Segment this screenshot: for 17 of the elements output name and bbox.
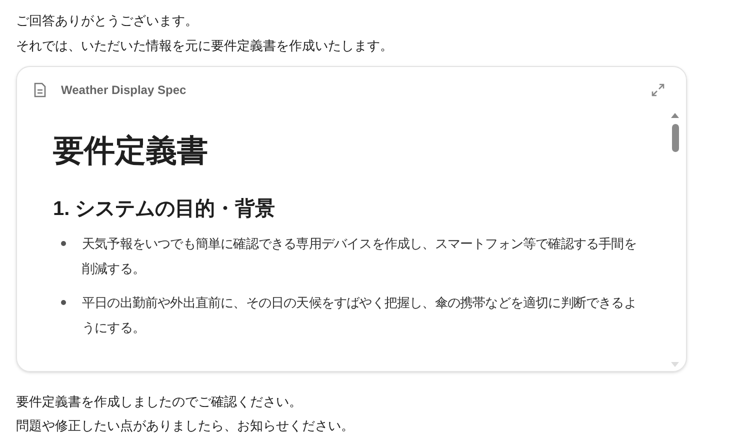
message-text: それでは、いただいた情報を元に要件定義書を作成いたします。 <box>16 37 393 55</box>
bullet-icon <box>61 241 66 246</box>
message-text: 問題や修正したい点がありましたら、お知らせください。 <box>16 417 354 435</box>
scroll-up-icon <box>671 113 679 118</box>
scrollbar-thumb[interactable] <box>672 124 678 152</box>
section-heading: 1. システムの目的・背景 <box>53 197 276 222</box>
expand-button[interactable] <box>650 82 666 98</box>
expand-icon <box>651 83 665 97</box>
document-title: Weather Display Spec <box>61 82 186 99</box>
document-icon <box>33 82 47 98</box>
list-text: 平日の出勤前や外出直前に、その日の天候をすばやく把握し、傘の携帯などを適切に判断できるようにする。 <box>82 294 638 337</box>
message-text: 要件定義書を作成しましたのでご確認ください。 <box>16 393 302 411</box>
bullet-icon <box>61 300 66 305</box>
scroll-down-icon <box>671 362 679 367</box>
message-text: ご回答ありがとうございます。 <box>16 12 198 30</box>
list-text: 天気予報をいつでも簡単に確認できる専用デバイスを作成し、スマートフォン等で確認する手間を削減する。 <box>82 235 638 278</box>
document-heading: 要件定義書 <box>53 132 208 170</box>
